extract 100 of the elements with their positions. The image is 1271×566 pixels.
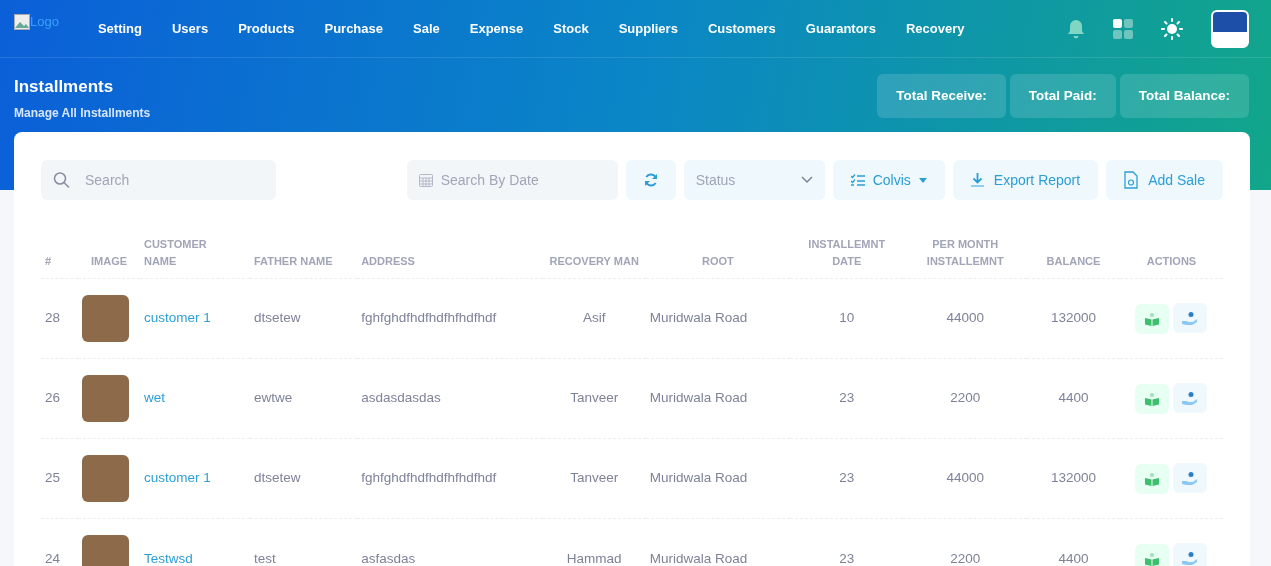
page-title: Installments bbox=[14, 76, 115, 98]
total-card: Total Balance: bbox=[1119, 74, 1249, 119]
nav-link[interactable]: Purchase bbox=[309, 18, 398, 39]
customer-link[interactable]: wet bbox=[143, 390, 165, 406]
address-text: fghfghdfhdfhdfhfhdfhdf bbox=[361, 470, 497, 486]
view-button[interactable] bbox=[1135, 304, 1170, 335]
photo-placeholder bbox=[82, 455, 130, 503]
row-number: 24 bbox=[45, 550, 61, 566]
hand-coin-icon bbox=[1182, 310, 1199, 326]
book-icon bbox=[1145, 392, 1160, 406]
payment-button[interactable] bbox=[1173, 543, 1208, 566]
root-name: Muridwala Road bbox=[649, 470, 748, 486]
recovery-man-name: Tanveer bbox=[570, 470, 619, 486]
root-name: Muridwala Road bbox=[649, 310, 748, 326]
broken-image-icon bbox=[14, 13, 30, 30]
nav-link[interactable]: Setting bbox=[82, 18, 157, 39]
hand-coin-icon bbox=[1182, 470, 1199, 486]
column-header: ROOT bbox=[645, 230, 791, 279]
address-text: asdasdasdas bbox=[361, 390, 441, 406]
payment-button[interactable] bbox=[1173, 463, 1208, 494]
grid-icon[interactable] bbox=[1113, 18, 1133, 39]
installment-date: 23 bbox=[839, 470, 855, 486]
book-icon bbox=[1145, 552, 1160, 566]
column-header: ADDRESS bbox=[357, 230, 543, 279]
total-card: Total Paid: bbox=[1009, 74, 1116, 119]
father-name: test bbox=[253, 550, 276, 566]
address-text: fghfghdfhdfhdfhfhdfhdf bbox=[361, 310, 497, 326]
hand-coin-icon bbox=[1182, 550, 1199, 566]
column-header: ACTIONS bbox=[1119, 230, 1223, 279]
book-icon bbox=[1145, 472, 1160, 486]
monthly-installment: 44000 bbox=[946, 470, 985, 486]
chevron-icon bbox=[800, 176, 813, 184]
nav-link[interactable]: Guarantors bbox=[790, 18, 891, 39]
installment-date: 23 bbox=[839, 550, 855, 566]
nav-link[interactable]: Customers bbox=[692, 18, 791, 39]
address-text: asfasdas bbox=[361, 550, 416, 566]
book-icon bbox=[1145, 312, 1160, 326]
logo-alt-text: Logo bbox=[30, 13, 59, 31]
monthly-installment: 2200 bbox=[950, 390, 981, 406]
root-name: Muridwala Road bbox=[649, 550, 748, 566]
installment-date: 23 bbox=[839, 390, 855, 406]
nav-link[interactable]: Users bbox=[157, 18, 224, 39]
row-number: 25 bbox=[45, 470, 61, 486]
recovery-man-name: Hammad bbox=[566, 550, 622, 566]
column-header: CUSTOMER NAME bbox=[139, 230, 250, 279]
search-field[interactable]: Search bbox=[41, 160, 276, 200]
nav-link[interactable]: Stock bbox=[538, 18, 604, 39]
monthly-installment: 44000 bbox=[946, 310, 985, 326]
photo-placeholder bbox=[82, 295, 130, 343]
column-visibility-button[interactable]: Colvis bbox=[832, 160, 945, 200]
date-field[interactable]: Search By Date bbox=[406, 160, 618, 200]
installment-date: 10 bbox=[839, 310, 855, 326]
column-header: INSTALLEMNT DATE bbox=[790, 230, 904, 279]
add-sale-button[interactable]: Add Sale bbox=[1106, 160, 1223, 200]
view-button[interactable] bbox=[1135, 464, 1170, 495]
row-number: 26 bbox=[45, 390, 61, 406]
refresh-icon bbox=[643, 173, 658, 187]
download-icon bbox=[970, 173, 984, 187]
balance-amount: 132000 bbox=[1050, 470, 1096, 486]
recovery-man-name: Asif bbox=[582, 310, 606, 326]
payment-button[interactable] bbox=[1173, 303, 1208, 334]
view-button[interactable] bbox=[1135, 544, 1170, 566]
column-header: # bbox=[41, 230, 79, 279]
sun-icon[interactable] bbox=[1161, 17, 1183, 40]
balance-amount: 132000 bbox=[1050, 310, 1096, 326]
refresh-button[interactable] bbox=[625, 160, 676, 200]
hand-coin-icon bbox=[1182, 390, 1199, 406]
list-check-icon bbox=[850, 174, 865, 186]
balance-amount: 4400 bbox=[1058, 550, 1089, 566]
row-number: 28 bbox=[45, 310, 61, 326]
customer-link[interactable]: customer 1 bbox=[143, 310, 211, 326]
total-card: Total Receive: bbox=[877, 74, 1006, 119]
father-name: dtsetew bbox=[253, 470, 301, 486]
column-header: RECOVERY MAN bbox=[542, 230, 646, 279]
photo-placeholder bbox=[82, 375, 130, 423]
balance-amount: 4400 bbox=[1058, 390, 1089, 406]
view-button[interactable] bbox=[1135, 384, 1170, 415]
nav-link[interactable]: Suppliers bbox=[603, 18, 693, 39]
nav-link[interactable]: Products bbox=[223, 18, 310, 39]
nav-link[interactable]: Sale bbox=[398, 18, 455, 39]
customer-link[interactable]: customer 1 bbox=[143, 470, 211, 486]
nav-link[interactable]: Recovery bbox=[890, 18, 980, 39]
bell-icon[interactable] bbox=[1067, 18, 1085, 39]
column-header: FATHER NAME bbox=[249, 230, 358, 279]
avatar-image[interactable] bbox=[1211, 9, 1249, 48]
coin-document-icon bbox=[1124, 171, 1139, 189]
column-header: PER MONTH INSTALLEMNT bbox=[903, 230, 1028, 279]
status-select[interactable]: Status bbox=[683, 160, 825, 200]
root-name: Muridwala Road bbox=[649, 390, 748, 406]
column-header: IMAGE bbox=[78, 230, 140, 279]
father-name: dtsetew bbox=[253, 310, 301, 326]
caret-icon bbox=[918, 177, 927, 183]
column-header: BALANCE bbox=[1027, 230, 1120, 279]
export-button[interactable]: Export Report bbox=[952, 160, 1099, 200]
nav-link[interactable]: Expense bbox=[454, 18, 539, 39]
recovery-man-name: Tanveer bbox=[570, 390, 619, 406]
customer-link[interactable]: Testwsd bbox=[143, 550, 193, 566]
father-name: ewtwe bbox=[253, 390, 293, 406]
payment-button[interactable] bbox=[1173, 383, 1208, 414]
page-subtitle: Manage All Installments bbox=[14, 104, 151, 122]
